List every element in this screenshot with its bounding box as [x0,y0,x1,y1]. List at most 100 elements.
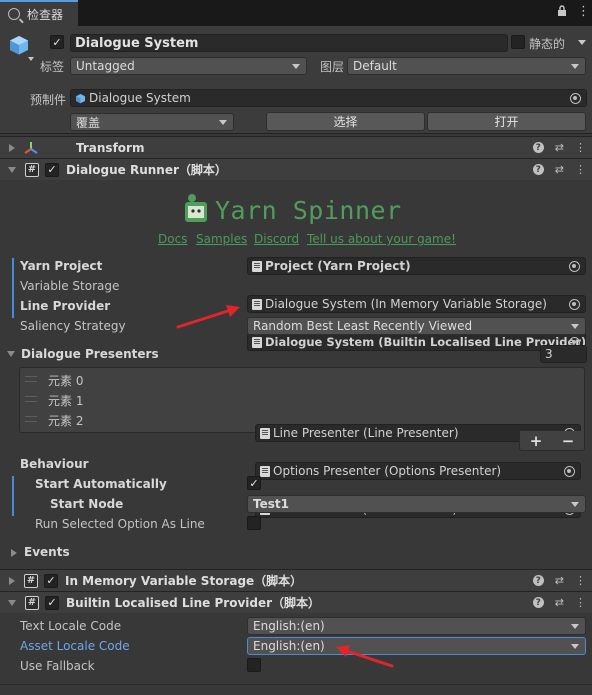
chevron-down-icon [219,119,227,125]
presenters-count: 3 [545,347,553,361]
fold-right-icon[interactable] [11,549,17,557]
help-icon[interactable]: ? [532,575,544,586]
select-button[interactable]: 选择 [266,112,425,131]
prefab-field[interactable]: Dialogue System [70,89,587,107]
add-element-button[interactable]: + [530,432,543,450]
tab-inspector-label: 检查器 [27,7,64,22]
memory-storage-enabled-checkbox[interactable]: ✓ [44,573,58,588]
help-icon[interactable]: ? [532,597,544,608]
gameobject-header: ✓ Dialogue System 静态的 标签 Untagged 图层 Def… [0,26,592,134]
asset-locale-dropdown[interactable]: English:(en) [247,637,586,655]
icon-dropdown-icon[interactable] [28,57,34,61]
object-picker-icon[interactable] [564,466,575,477]
saliency-dropdown[interactable]: Random Best Least Recently Viewed [247,317,586,335]
drag-handle-icon[interactable] [25,416,37,422]
settings-sliders-icon[interactable]: ⇄ [555,141,564,154]
bottom-divider [0,684,592,695]
tab-bar: 检查器 ⋮ [0,0,592,26]
fold-right-icon[interactable] [9,143,15,152]
settings-sliders-icon[interactable]: ⇄ [555,574,564,587]
fold-down-icon[interactable] [7,351,15,357]
script-icon: # [25,162,39,177]
prefab-value: Dialogue System [89,91,191,105]
memory-storage-title: In Memory Variable Storage（脚本） [65,574,303,588]
script-icon: # [25,595,39,610]
start-node-dropdown[interactable]: Test1 [247,495,586,513]
object-picker-icon[interactable] [569,261,580,272]
saliency-value: Random Best Least Recently Viewed [253,319,473,333]
chevron-down-icon [571,323,579,329]
lock-icon[interactable] [557,5,567,21]
link-docs[interactable]: Docs [158,232,187,246]
chevron-down-icon [571,501,579,507]
help-icon[interactable]: ? [532,142,544,153]
remove-element-button[interactable]: − [562,432,575,450]
static-checkbox[interactable] [511,35,525,49]
asset-icon [252,260,262,272]
more-menu-icon[interactable]: ⋮ [575,163,586,176]
run-selected-checkbox[interactable] [247,516,261,530]
fold-down-icon[interactable] [8,166,16,173]
yarn-project-field[interactable]: Project (Yarn Project) [247,257,586,275]
yarn-spinner-logo [182,192,212,231]
memory-storage-header[interactable]: # ✓ In Memory Variable Storage（脚本） ? ⇄ ⋮ [0,569,592,591]
more-menu-icon[interactable]: ⋮ [575,141,586,154]
transform-icon [24,141,38,155]
layer-value: Default [353,59,397,73]
link-discord[interactable]: Discord [254,232,299,246]
fold-down-icon[interactable] [8,599,16,606]
gameobject-cube-icon[interactable] [8,34,30,59]
variable-storage-label: Variable Storage [20,279,120,293]
yarn-spinner-title: Yarn Spinner [215,196,402,225]
transform-header[interactable]: Transform ? ⇄ ⋮ [0,136,592,158]
static-label: 静态的 [529,37,566,51]
more-menu-icon[interactable]: ⋮ [577,4,590,19]
line-provider-header[interactable]: # ✓ Builtin Localised Line Provider（脚本） … [0,591,592,613]
settings-sliders-icon[interactable]: ⇄ [555,596,564,609]
presenter-value-0: Line Presenter (Line Presenter) [273,426,459,440]
inspector-icon [8,8,20,20]
saliency-label: Saliency Strategy [20,319,126,333]
dialogue-runner-enabled-checkbox[interactable]: ✓ [45,162,59,177]
script-icon: # [24,573,38,588]
layer-label: 图层 [320,60,345,74]
object-name-field[interactable]: Dialogue System [70,34,508,52]
start-node-value: Test1 [253,497,289,511]
help-icon[interactable]: ? [532,164,544,175]
more-menu-icon[interactable]: ⋮ [575,596,586,609]
more-menu-icon[interactable]: ⋮ [575,574,586,587]
settings-sliders-icon[interactable]: ⇄ [555,163,564,176]
tag-dropdown[interactable]: Untagged [70,57,307,75]
asset-icon [260,465,270,477]
fold-right-icon[interactable] [9,576,15,585]
object-picker-icon[interactable] [569,299,580,310]
link-samples[interactable]: Samples [196,232,247,246]
static-dropdown-icon[interactable] [578,40,586,45]
annotation-arrow [336,645,394,668]
link-tell-us[interactable]: Tell us about your game! [307,232,456,246]
object-picker-icon[interactable] [570,93,581,104]
active-checkbox[interactable]: ✓ [50,35,64,49]
drag-handle-icon[interactable] [25,376,37,382]
yarn-project-label: Yarn Project [20,259,103,273]
layer-dropdown[interactable]: Default [347,57,586,75]
line-provider-enabled-checkbox[interactable]: ✓ [45,595,59,610]
dialogue-runner-header[interactable]: # ✓ Dialogue Runner（脚本） ? ⇄ ⋮ [0,158,592,180]
chevron-down-icon [571,623,579,629]
text-locale-dropdown[interactable]: English:(en) [247,617,586,635]
open-button[interactable]: 打开 [427,112,586,131]
chevron-down-icon [292,63,300,69]
tag-label: 标签 [40,60,65,74]
presenters-count-field[interactable]: 3 [540,345,587,363]
list-footer: + − [519,431,585,451]
text-locale-value: English:(en) [253,619,325,633]
start-node-label: Start Node [50,497,124,511]
start-auto-checkbox[interactable]: ✓ [247,476,261,490]
presenter-field-1[interactable]: Options Presenter (Options Presenter) [255,462,581,480]
tab-inspector[interactable]: 检查器 [0,0,78,26]
use-fallback-checkbox[interactable] [247,658,261,672]
drag-handle-icon[interactable] [25,396,37,402]
variable-storage-field[interactable]: Dialogue System (In Memory Variable Stor… [247,295,586,313]
overrides-dropdown[interactable]: 覆盖 [70,113,234,131]
line-provider-field[interactable]: Dialogue System (Builtin Localised Line … [247,333,586,351]
